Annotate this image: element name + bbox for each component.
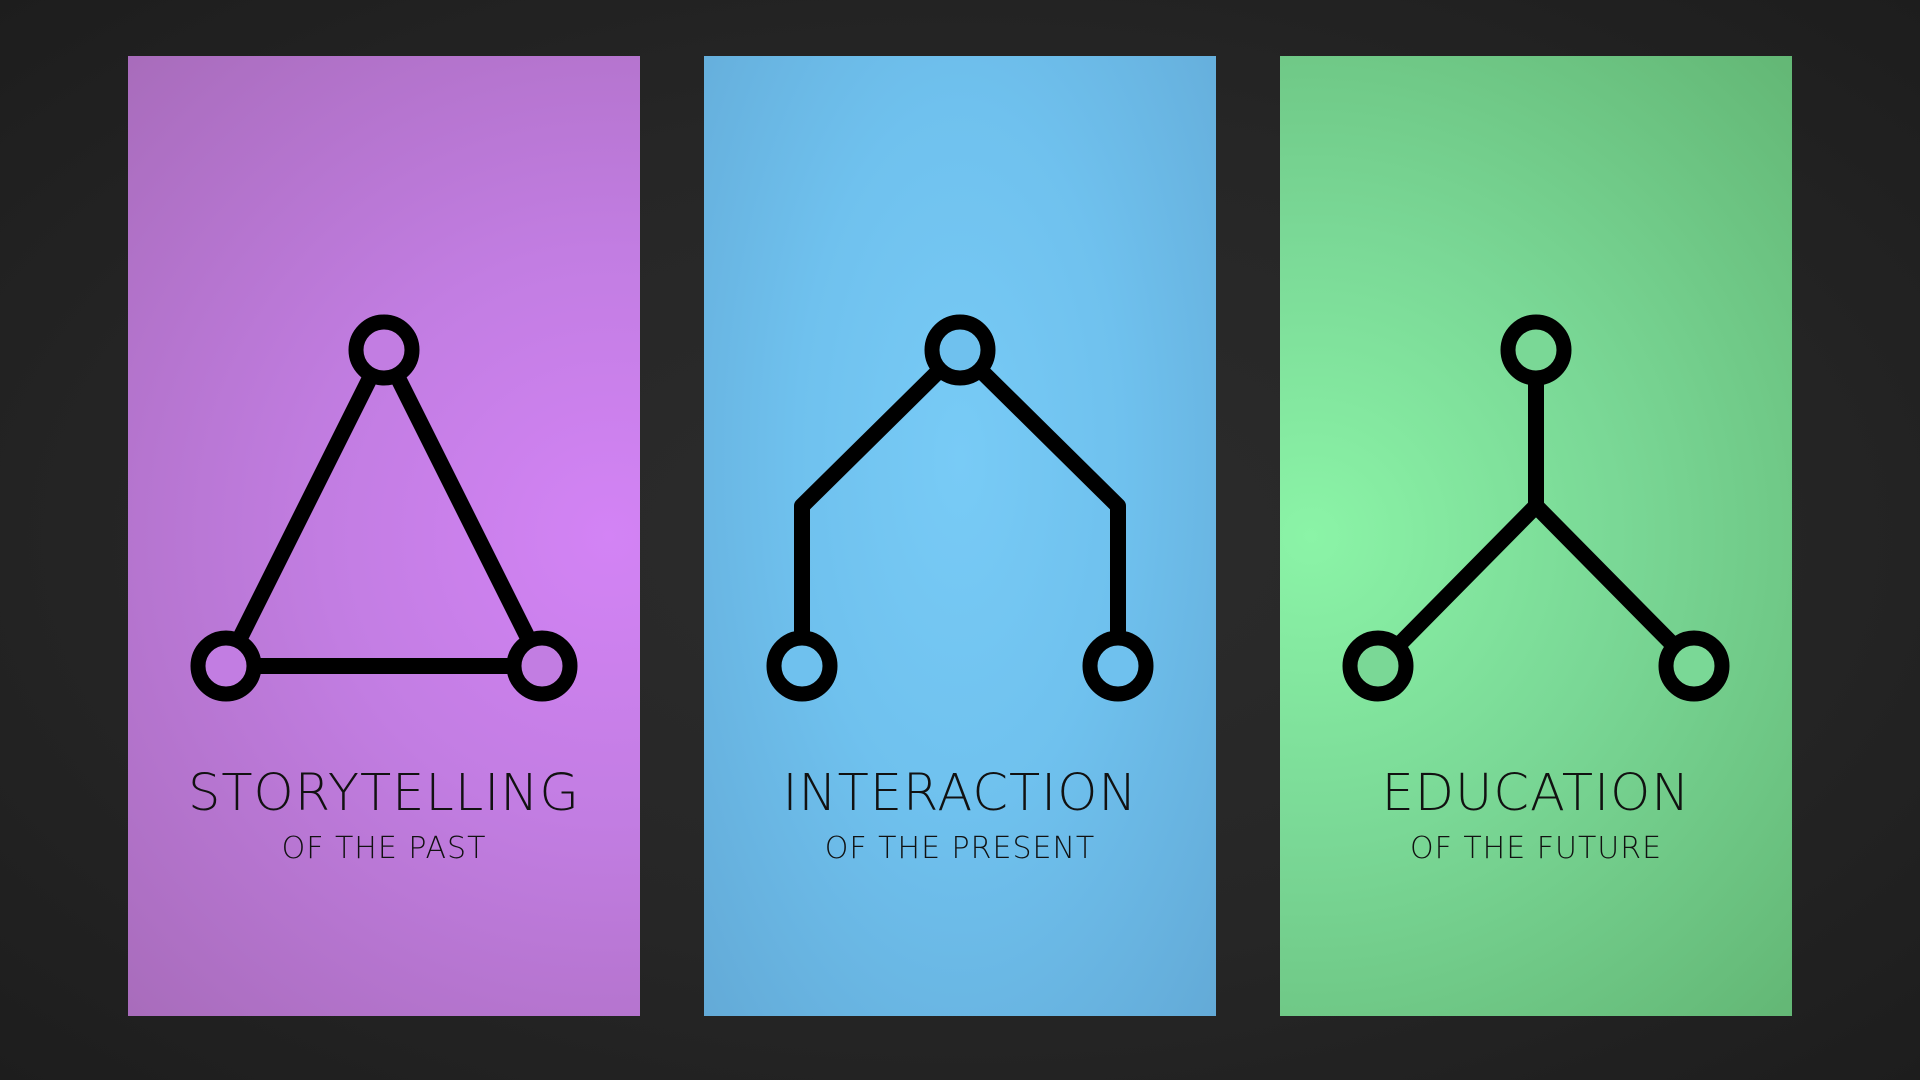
panel-storytelling: STORYTELLING OF THE PAST bbox=[128, 56, 640, 1016]
panel-interaction: INTERACTION OF THE PRESENT bbox=[704, 56, 1216, 1016]
panel-subtitle: OF THE FUTURE bbox=[1409, 831, 1663, 866]
triangle-network-icon bbox=[190, 314, 578, 702]
panel-title: INTERACTION bbox=[782, 764, 1138, 823]
slide: STORYTELLING OF THE PAST INTERACTION OF … bbox=[0, 0, 1920, 1080]
arch-network-icon bbox=[766, 314, 1154, 702]
panel-title: EDUCATION bbox=[1381, 764, 1691, 823]
panel-subtitle: OF THE PAST bbox=[281, 831, 487, 866]
panel-education: EDUCATION OF THE FUTURE bbox=[1280, 56, 1792, 1016]
y-branch-network-icon bbox=[1342, 314, 1730, 702]
panel-subtitle: OF THE PRESENT bbox=[824, 831, 1096, 866]
panel-title: STORYTELLING bbox=[188, 764, 580, 823]
